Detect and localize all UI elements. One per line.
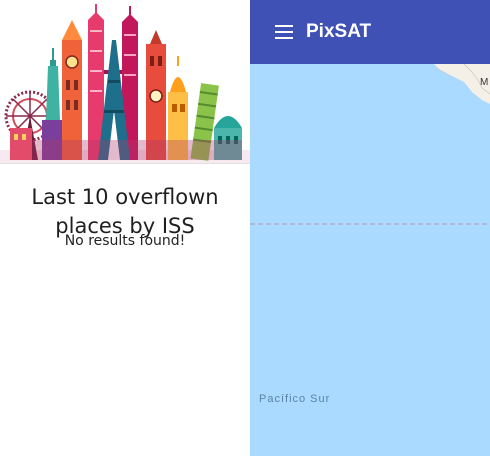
divider bbox=[0, 163, 250, 164]
main-area: PixSAT M Pacífico Sur bbox=[250, 0, 490, 456]
world-map[interactable]: M Pacífico Sur bbox=[250, 64, 490, 456]
landmarks-illustration bbox=[0, 0, 250, 164]
overflown-places-panel: Last 10 overflown places by ISS No resul… bbox=[0, 0, 250, 456]
clock-tower-icon bbox=[62, 20, 82, 160]
app-bar: PixSAT bbox=[250, 0, 490, 64]
app-root: Last 10 overflown places by ISS No resul… bbox=[0, 0, 490, 456]
empty-results-message: No results found! bbox=[64, 233, 186, 249]
hamburger-menu-icon[interactable] bbox=[272, 20, 296, 44]
app-title: PixSAT bbox=[306, 21, 372, 42]
map-place-label: M bbox=[480, 77, 489, 88]
ocean-label: Pacífico Sur bbox=[259, 393, 331, 405]
